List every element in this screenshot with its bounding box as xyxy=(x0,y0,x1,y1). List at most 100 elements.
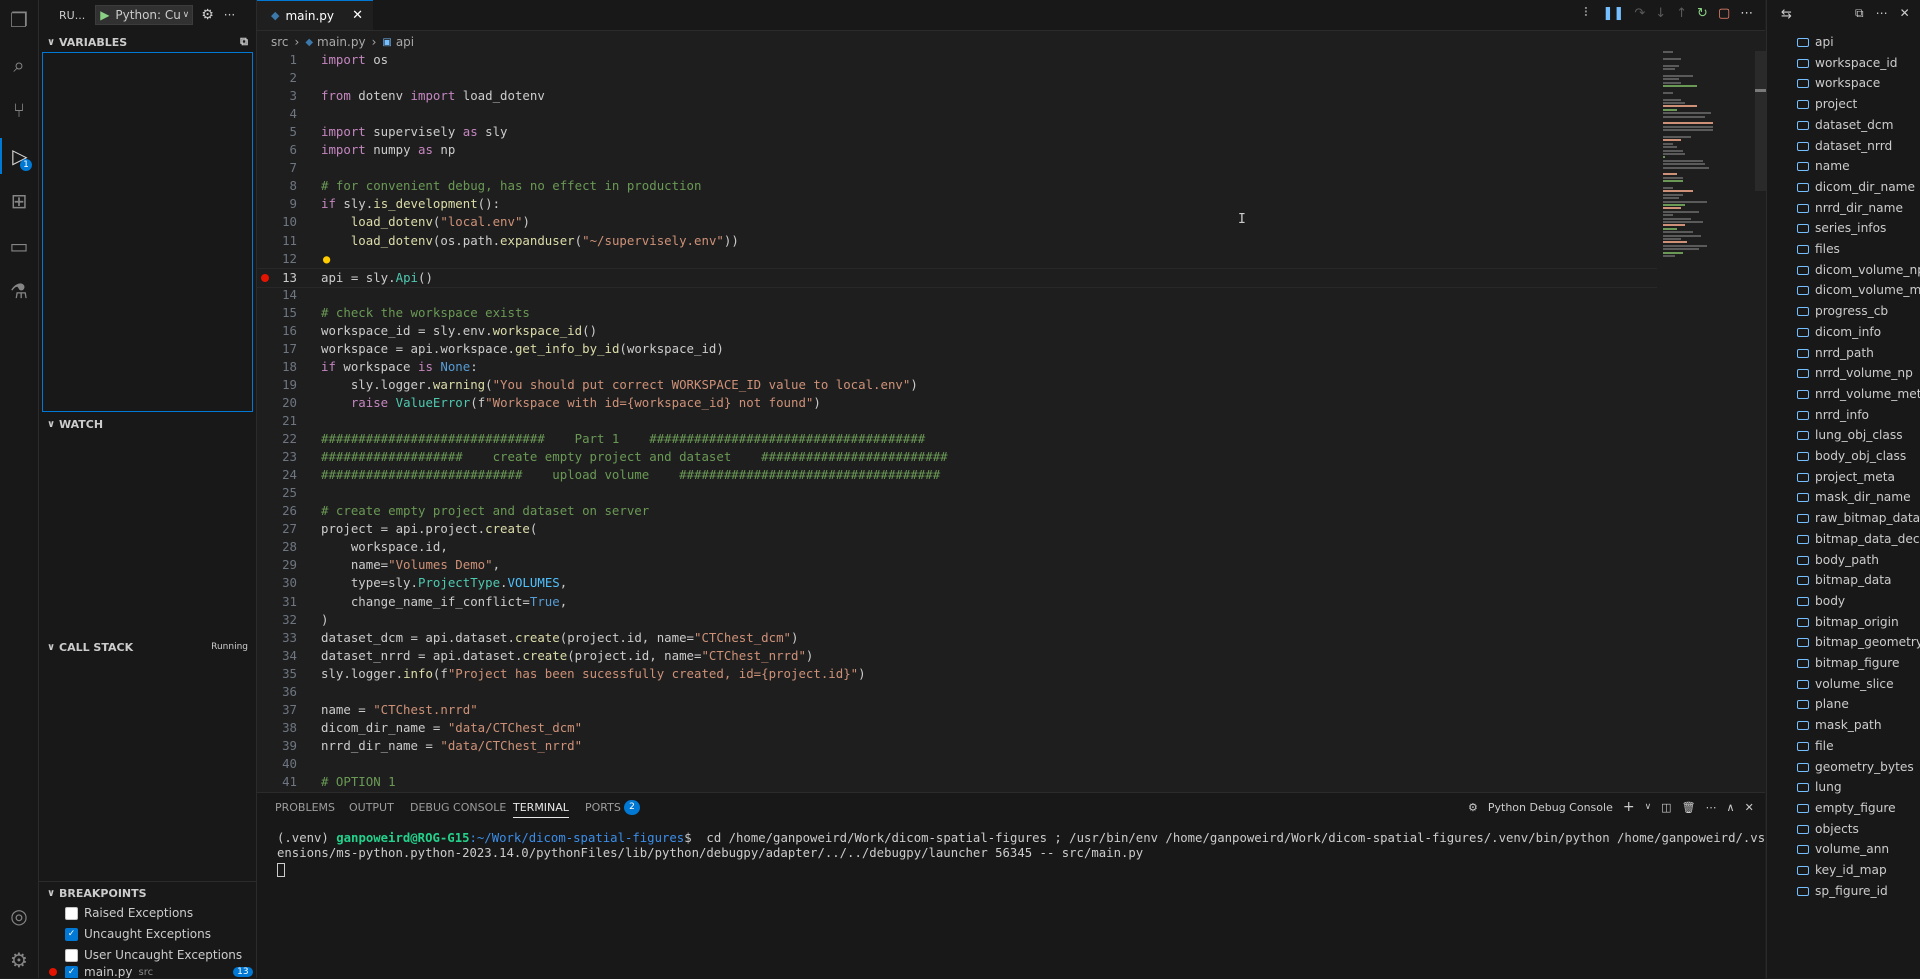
terminal-name[interactable]: Python Debug Console xyxy=(1488,801,1613,814)
close-panel-icon[interactable]: ✕ xyxy=(1745,801,1754,814)
watch-section-header[interactable]: ∨ WATCH xyxy=(39,413,256,435)
source-control-icon[interactable]: ⑂ xyxy=(0,92,38,128)
code-line[interactable]: 5 import supervisely as sly xyxy=(257,123,1657,141)
outline-item[interactable]: bitmap_figure xyxy=(1797,653,1920,673)
code-line[interactable]: 35 sly.logger.info(f"Project has been suc… xyxy=(257,665,1657,683)
outline-item[interactable]: name xyxy=(1797,156,1920,176)
code-line[interactable]: 22 ############################## Part 1 … xyxy=(257,430,1657,448)
outline-item[interactable]: volume_slice xyxy=(1797,674,1920,694)
close-icon[interactable]: ✕ xyxy=(352,8,363,23)
code-line[interactable]: 34 dataset_nrrd = api.dataset.create(proj… xyxy=(257,647,1657,665)
code-line[interactable]: 36 xyxy=(257,683,1657,701)
code-line[interactable]: ● 12 xyxy=(257,250,1657,268)
outline-item[interactable]: nrrd_volume_np xyxy=(1797,363,1920,383)
code-line[interactable]: 33 dataset_dcm = api.dataset.create(proje… xyxy=(257,629,1657,647)
outline-item[interactable]: bitmap_origin xyxy=(1797,612,1920,632)
chevron-down-icon[interactable]: ∨ xyxy=(1645,802,1652,812)
checkbox-main-py[interactable]: ✓ xyxy=(65,966,78,978)
outline-item[interactable]: project xyxy=(1797,94,1920,114)
collapse-all-icon[interactable]: ⧉ xyxy=(1855,6,1864,21)
code-line[interactable]: 3 from dotenv import load_dotenv xyxy=(257,87,1657,105)
maximize-panel-icon[interactable]: ∧ xyxy=(1727,801,1735,814)
outline-item[interactable]: dicom_dir_name xyxy=(1797,177,1920,197)
outline-view-icon[interactable]: ⇆ xyxy=(1781,7,1792,22)
breadcrumb-file[interactable]: main.py xyxy=(317,35,366,49)
launch-config-select[interactable]: ▶ Python: Cu ∨ xyxy=(95,5,194,25)
more-actions-icon[interactable]: ⋯ xyxy=(1876,6,1888,21)
variables-section-header[interactable]: ∨ VARIABLES ⧉ xyxy=(39,31,256,53)
settings-gear-icon[interactable]: ⚙ xyxy=(0,942,38,978)
tab-output[interactable]: OUTPUT xyxy=(349,801,394,814)
more-actions-icon[interactable]: ··· xyxy=(224,8,235,22)
code-line[interactable]: 10 load_dotenv("local.env") xyxy=(257,213,1657,231)
code-line[interactable]: 14 xyxy=(257,286,1657,304)
call-stack-section-header[interactable]: ∨ CALL STACK Running xyxy=(39,636,256,658)
close-icon[interactable]: ✕ xyxy=(1900,6,1910,21)
code-line[interactable]: 16 workspace_id = sly.env.workspace_id() xyxy=(257,322,1657,340)
stop-icon[interactable]: ▢ xyxy=(1718,6,1730,21)
code-line[interactable]: 9 if sly.is_development(): xyxy=(257,195,1657,213)
code-line[interactable]: 13 api = sly.Api() xyxy=(257,267,1657,288)
testing-icon[interactable]: ⚗ xyxy=(0,273,38,309)
trash-icon[interactable]: 🗑 xyxy=(1682,801,1696,814)
search-icon[interactable]: ⌕ xyxy=(0,47,38,83)
variables-view[interactable] xyxy=(42,52,253,412)
tab-debug-console[interactable]: DEBUG CONSOLE xyxy=(410,801,506,814)
code-line[interactable]: 8 # for convenient debug, has no effect i… xyxy=(257,177,1657,195)
split-terminal-icon[interactable]: ◫ xyxy=(1661,801,1671,814)
code-line[interactable]: 24 ########################### upload vol… xyxy=(257,466,1657,484)
drag-handle-icon[interactable]: ⠇ xyxy=(1583,6,1593,21)
outline-item[interactable]: workspace xyxy=(1797,73,1920,93)
explorer-icon[interactable]: ❐ xyxy=(0,2,38,38)
outline-item[interactable]: dataset_dcm xyxy=(1797,115,1920,135)
checkbox-uncaught-exceptions[interactable]: ✓ xyxy=(65,927,78,941)
code-line[interactable]: 1 import os xyxy=(257,51,1657,69)
more-actions-icon[interactable]: ⋯ xyxy=(1740,6,1753,21)
outline-item[interactable]: workspace_id xyxy=(1797,53,1920,73)
code-line[interactable]: 18 if workspace is None: xyxy=(257,358,1657,376)
code-editor[interactable]: 1 import os 2 3 from dotenv import load_dote… xyxy=(257,51,1657,792)
code-line[interactable]: 30 type=sly.ProjectType.VOLUMES, xyxy=(257,574,1657,592)
step-out-icon[interactable]: ↑ xyxy=(1676,6,1687,21)
outline-item[interactable]: mask_path xyxy=(1797,715,1920,735)
outline-item[interactable]: lung xyxy=(1797,777,1920,797)
code-line[interactable]: 23 ################### create empty proje… xyxy=(257,448,1657,466)
outline-item[interactable]: dicom_info xyxy=(1797,322,1920,342)
restart-icon[interactable]: ↻ xyxy=(1697,6,1708,21)
outline-item[interactable]: nrrd_volume_meta xyxy=(1797,384,1920,404)
code-line[interactable]: 2 xyxy=(257,69,1657,87)
outline-item[interactable]: objects xyxy=(1797,819,1920,839)
code-line[interactable]: 39 nrrd_dir_name = "data/CTChest_nrrd" xyxy=(257,737,1657,755)
code-line[interactable]: 11 load_dotenv(os.path.expanduser("~/sup… xyxy=(257,232,1657,250)
code-line[interactable]: 40 xyxy=(257,755,1657,773)
outline-item[interactable]: key_id_map xyxy=(1797,860,1920,880)
outline-item[interactable]: body_path xyxy=(1797,550,1920,570)
breadcrumb-symbol[interactable]: api xyxy=(396,35,414,49)
code-line[interactable]: 6 import numpy as np xyxy=(257,141,1657,159)
outline-item[interactable]: body_obj_class xyxy=(1797,446,1920,466)
code-line[interactable]: 20 raise ValueError(f"Workspace with id=… xyxy=(257,394,1657,412)
code-line[interactable]: 41 # OPTION 1 xyxy=(257,773,1657,791)
outline-item[interactable]: lung_obj_class xyxy=(1797,425,1920,445)
lightbulb-icon[interactable]: ● xyxy=(323,250,330,268)
breadcrumb-folder[interactable]: src xyxy=(271,35,289,49)
breakpoint-user-uncaught-exceptions[interactable]: User Uncaught Exceptions xyxy=(65,945,242,965)
new-terminal-icon[interactable]: + xyxy=(1623,799,1635,815)
code-line[interactable]: 31 change_name_if_conflict=True, xyxy=(257,593,1657,611)
breakpoint-file-main[interactable]: ✓ main.py src 13 xyxy=(49,966,253,978)
code-line[interactable]: 17 workspace = api.workspace.get_info_by_… xyxy=(257,340,1657,358)
outline-item[interactable]: bitmap_geometry xyxy=(1797,632,1920,652)
outline-item[interactable]: nrrd_info xyxy=(1797,405,1920,425)
outline-item[interactable]: api xyxy=(1797,32,1920,52)
breakpoint-uncaught-exceptions[interactable]: ✓ Uncaught Exceptions xyxy=(65,924,211,944)
start-debugging-icon[interactable]: ▶ xyxy=(100,8,109,22)
outline-item[interactable]: nrrd_path xyxy=(1797,343,1920,363)
outline-item[interactable]: series_infos xyxy=(1797,218,1920,238)
checkbox-user-uncaught-exceptions[interactable] xyxy=(65,948,78,962)
minimap[interactable] xyxy=(1663,51,1755,321)
outline-item[interactable]: progress_cb xyxy=(1797,301,1920,321)
outline-item[interactable]: bitmap_data_decoded xyxy=(1797,529,1920,549)
breakpoint-raised-exceptions[interactable]: Raised Exceptions xyxy=(65,903,193,923)
outline-item[interactable]: body xyxy=(1797,591,1920,611)
code-line[interactable]: 25 xyxy=(257,484,1657,502)
